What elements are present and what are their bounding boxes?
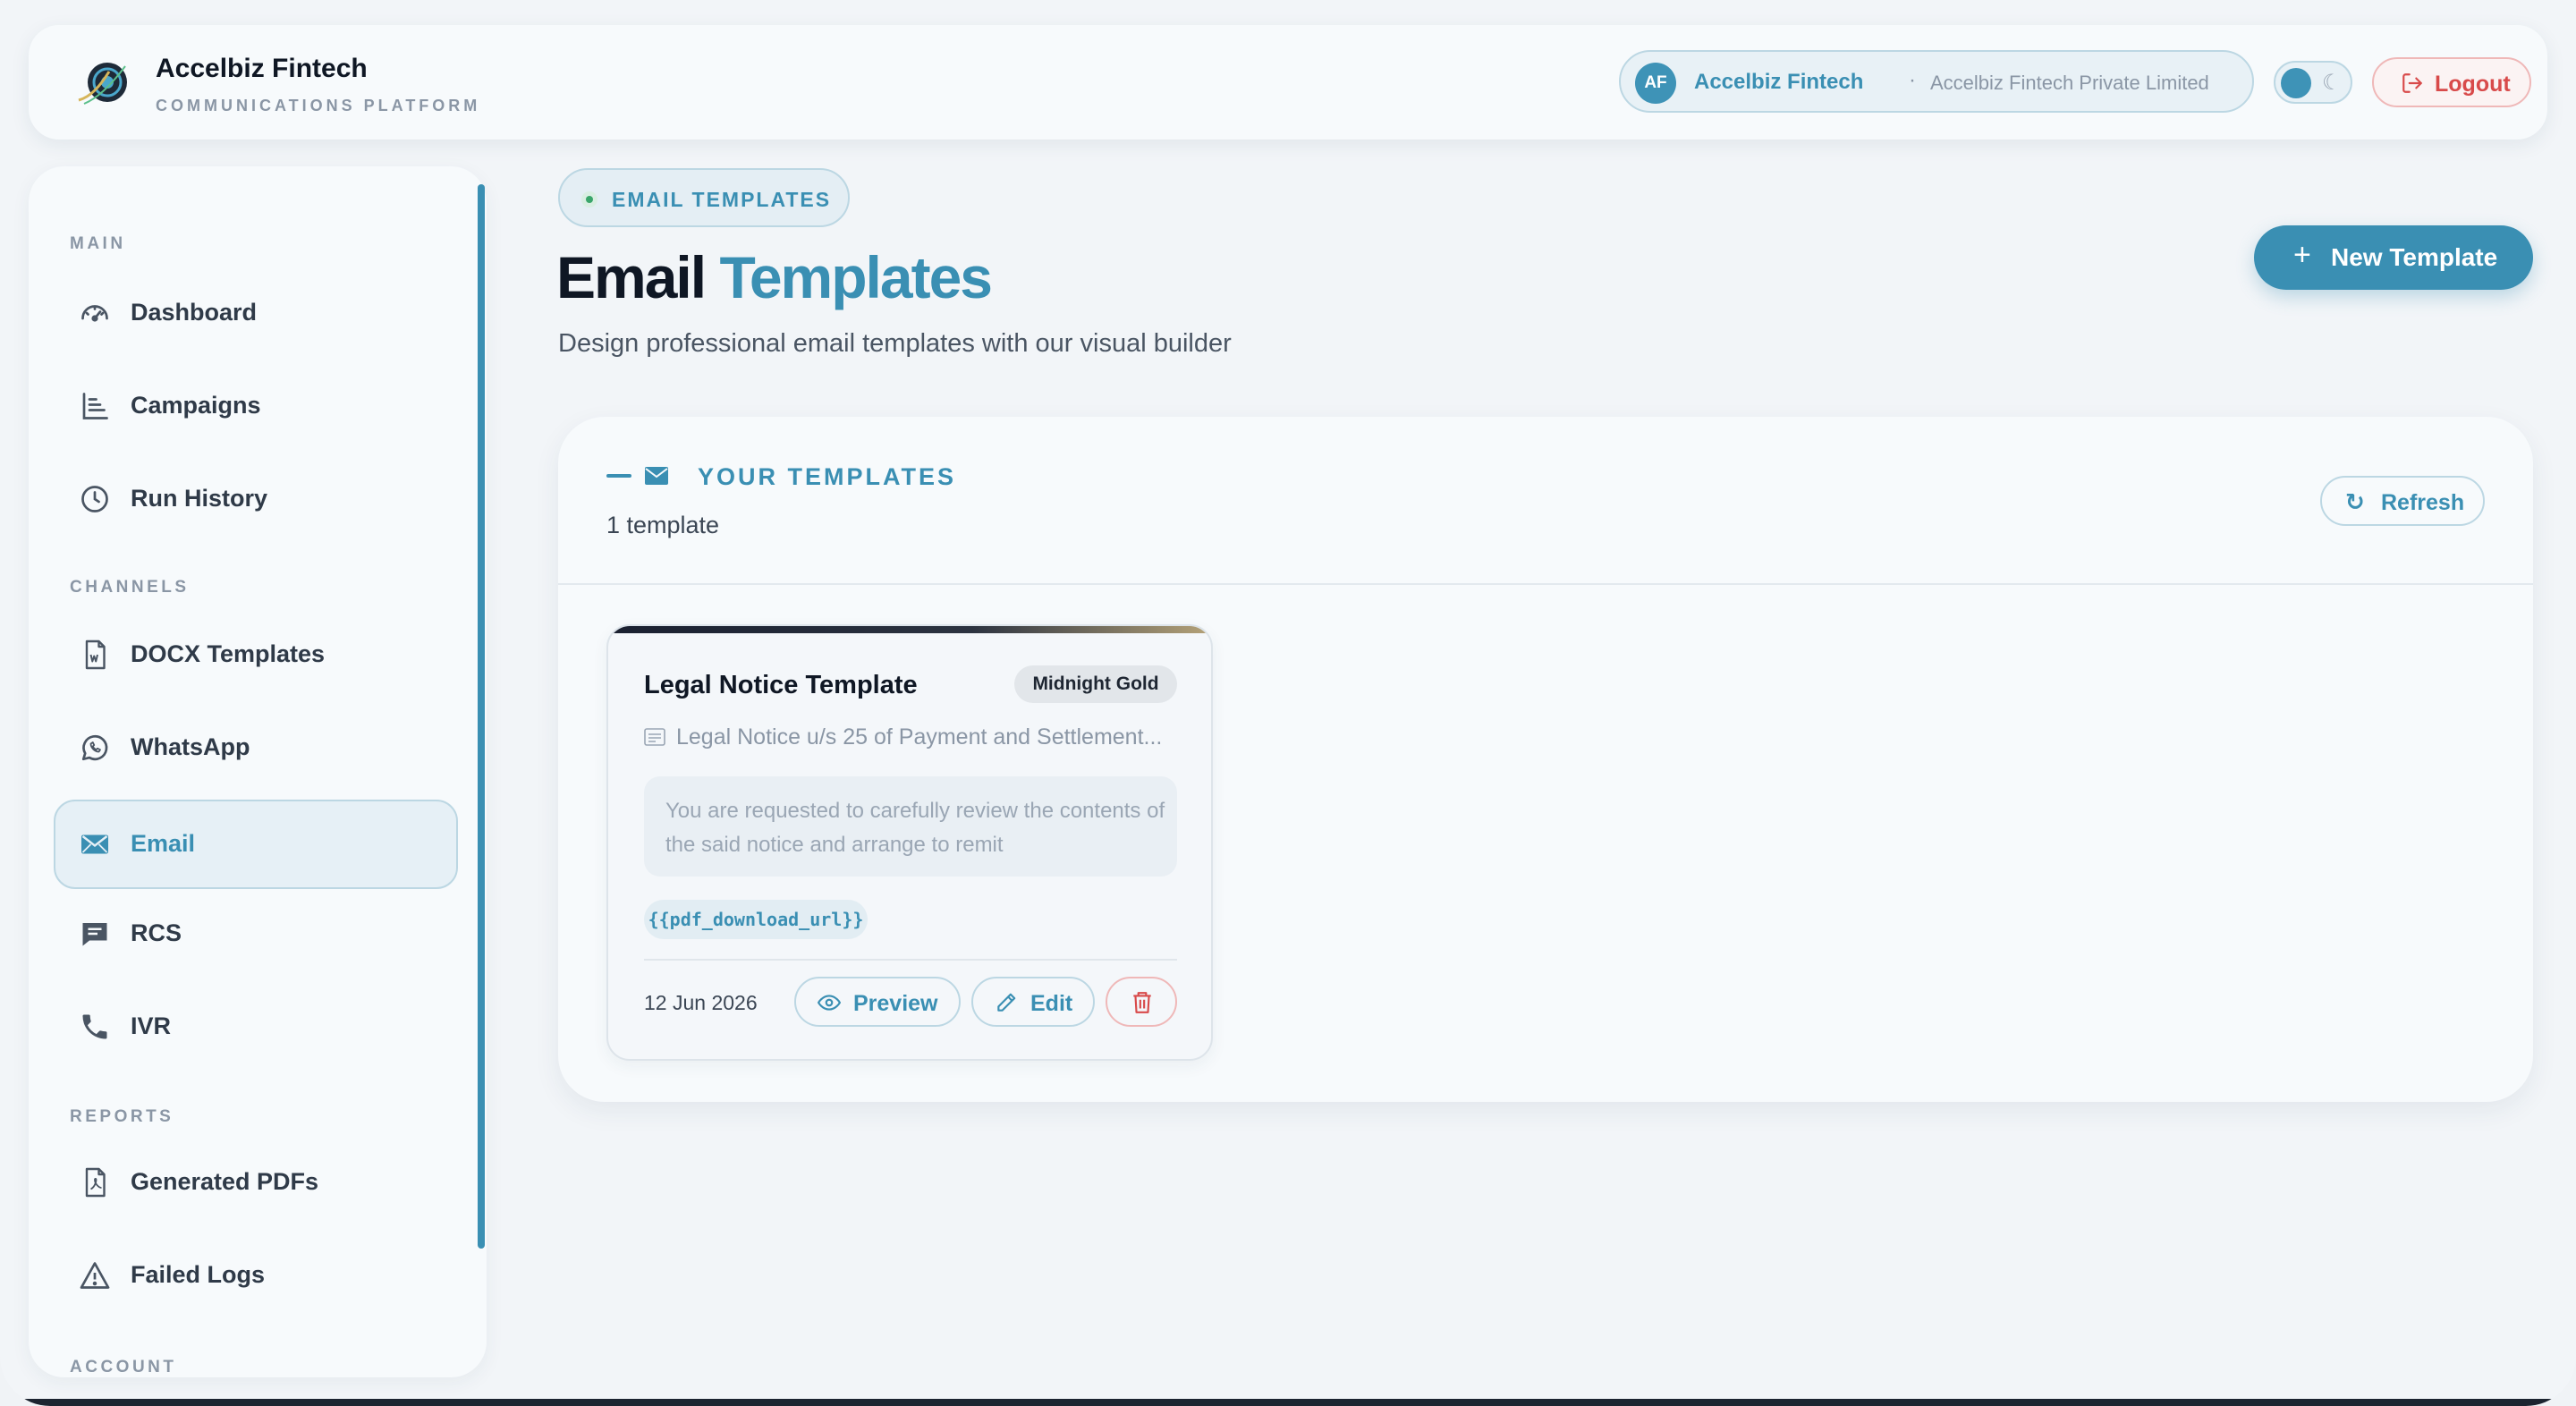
template-name: Legal Notice Template — [644, 671, 918, 699]
pdf-file-icon — [85, 1167, 106, 1198]
page-title-primary: Email — [556, 244, 707, 310]
organization-legal-name: Accelbiz Fintech Private Limited — [1930, 72, 2209, 94]
sidebar-item-label: Failed Logs — [131, 1261, 266, 1288]
sidebar-section-account: ACCOUNT — [70, 1358, 177, 1376]
sidebar: MAIN Dashboard Campaigns Run History CHA… — [29, 166, 487, 1377]
sidebar-scrollbar[interactable] — [478, 184, 485, 1249]
status-dot-icon — [581, 191, 597, 208]
panel-title: YOUR TEMPLATES — [698, 463, 957, 490]
sidebar-item-label: DOCX Templates — [131, 640, 326, 667]
plus-icon: + — [2293, 238, 2311, 272]
panel-divider — [558, 583, 2533, 585]
envelope-icon — [81, 834, 108, 854]
sidebar-item-generated-pdfs[interactable]: Generated PDFs — [54, 1138, 458, 1227]
brand-title: Accelbiz Fintech — [156, 54, 368, 83]
variable-chip: {{pdf_download_url}} — [644, 900, 868, 939]
sidebar-item-campaigns[interactable]: Campaigns — [54, 361, 458, 451]
sidebar-item-ivr[interactable]: IVR — [54, 982, 458, 1071]
section-dash — [606, 474, 631, 478]
sidebar-item-whatsapp[interactable]: WhatsApp — [54, 703, 458, 792]
card-divider — [644, 959, 1177, 961]
page-subtitle: Design professional email templates with… — [558, 329, 1232, 358]
sidebar-item-label: RCS — [131, 919, 182, 946]
logout-label: Logout — [2435, 72, 2511, 97]
template-preview-text: You are requested to carefully review th… — [665, 799, 1165, 857]
refresh-icon: ↻ — [2345, 488, 2365, 515]
brand-logo-icon — [78, 63, 127, 105]
campaigns-list-icon — [82, 393, 108, 419]
eye-icon — [818, 995, 841, 1011]
logout-icon — [2402, 73, 2422, 93]
window-bottom-edge — [0, 1399, 2576, 1406]
avatar: AF — [1635, 63, 1676, 104]
new-template-button[interactable]: + New Template — [2254, 225, 2533, 290]
app-window: Accelbiz Fintech COMMUNICATIONS PLATFORM… — [0, 0, 2576, 1406]
pencil-icon — [997, 993, 1016, 1012]
organization-name: Accelbiz Fintech — [1694, 70, 1864, 94]
sidebar-item-run-history[interactable]: Run History — [54, 454, 458, 544]
sidebar-item-label: Dashboard — [131, 299, 258, 326]
logout-button[interactable]: Logout — [2372, 57, 2531, 107]
edit-label: Edit — [1030, 991, 1073, 1016]
page-eyebrow-badge: EMAIL TEMPLATES — [558, 168, 850, 227]
sidebar-section-main: MAIN — [70, 234, 126, 253]
sidebar-item-label: Generated PDFs — [131, 1168, 319, 1195]
refresh-button[interactable]: ↻ Refresh — [2320, 476, 2485, 526]
whatsapp-icon — [81, 734, 108, 761]
page-title-accent: Templates — [719, 244, 993, 310]
brand-subtitle: COMMUNICATIONS PLATFORM — [156, 97, 481, 114]
delete-button[interactable] — [1106, 977, 1177, 1027]
template-count: 1 template — [606, 512, 720, 538]
sidebar-item-docx-templates[interactable]: DOCX Templates — [54, 610, 458, 699]
envelope-icon — [645, 467, 668, 485]
preview-button[interactable]: Preview — [794, 977, 961, 1027]
clock-history-icon — [81, 486, 108, 512]
sidebar-item-failed-logs[interactable]: Failed Logs — [54, 1231, 458, 1320]
sidebar-item-email[interactable]: Email — [54, 800, 458, 889]
top-bar: Accelbiz Fintech COMMUNICATIONS PLATFORM… — [29, 25, 2547, 140]
eyebrow-label: EMAIL TEMPLATES — [612, 188, 832, 211]
page-title: Email Templates — [556, 243, 993, 311]
sidebar-item-rcs[interactable]: RCS — [54, 889, 458, 978]
theme-toggle[interactable]: ☾ — [2274, 61, 2352, 104]
chat-message-icon — [82, 923, 107, 946]
template-preview-box: You are requested to carefully review th… — [644, 776, 1177, 877]
subject-lines-icon — [644, 728, 665, 746]
template-subject: Legal Notice u/s 25 of Payment and Settl… — [676, 724, 1163, 750]
moon-icon: ☾ — [2322, 71, 2342, 95]
sidebar-item-label: Campaigns — [131, 392, 261, 419]
sidebar-item-label: Email — [131, 830, 196, 857]
trash-icon — [1133, 992, 1151, 1013]
dashboard-gauge-icon — [81, 305, 108, 322]
preview-label: Preview — [853, 991, 938, 1016]
sidebar-section-channels: CHANNELS — [70, 578, 190, 597]
template-date: 12 Jun 2026 — [644, 991, 758, 1014]
theme-badge: Midnight Gold — [1014, 665, 1177, 703]
new-template-label: New Template — [2331, 243, 2498, 271]
sidebar-item-label: WhatsApp — [131, 733, 250, 760]
organization-separator: · — [1909, 68, 1916, 92]
phone-icon — [82, 1014, 107, 1039]
warning-triangle-icon — [80, 1262, 110, 1289]
sidebar-item-label: Run History — [131, 485, 268, 512]
word-document-icon — [85, 639, 106, 670]
edit-button[interactable]: Edit — [971, 977, 1095, 1027]
templates-panel: YOUR TEMPLATES 1 template ↻ Refresh Lega… — [558, 417, 2533, 1102]
sidebar-item-dashboard[interactable]: Dashboard — [54, 268, 458, 358]
theme-color-band — [608, 626, 1211, 633]
sidebar-item-label: IVR — [131, 1012, 172, 1039]
template-card[interactable]: Legal Notice Template Midnight Gold Lega… — [606, 624, 1213, 1061]
organization-pill[interactable]: AF Accelbiz Fintech · Accelbiz Fintech P… — [1619, 50, 2254, 113]
toggle-knob — [2281, 68, 2311, 98]
sidebar-section-reports: REPORTS — [70, 1107, 174, 1126]
refresh-label: Refresh — [2381, 490, 2465, 515]
